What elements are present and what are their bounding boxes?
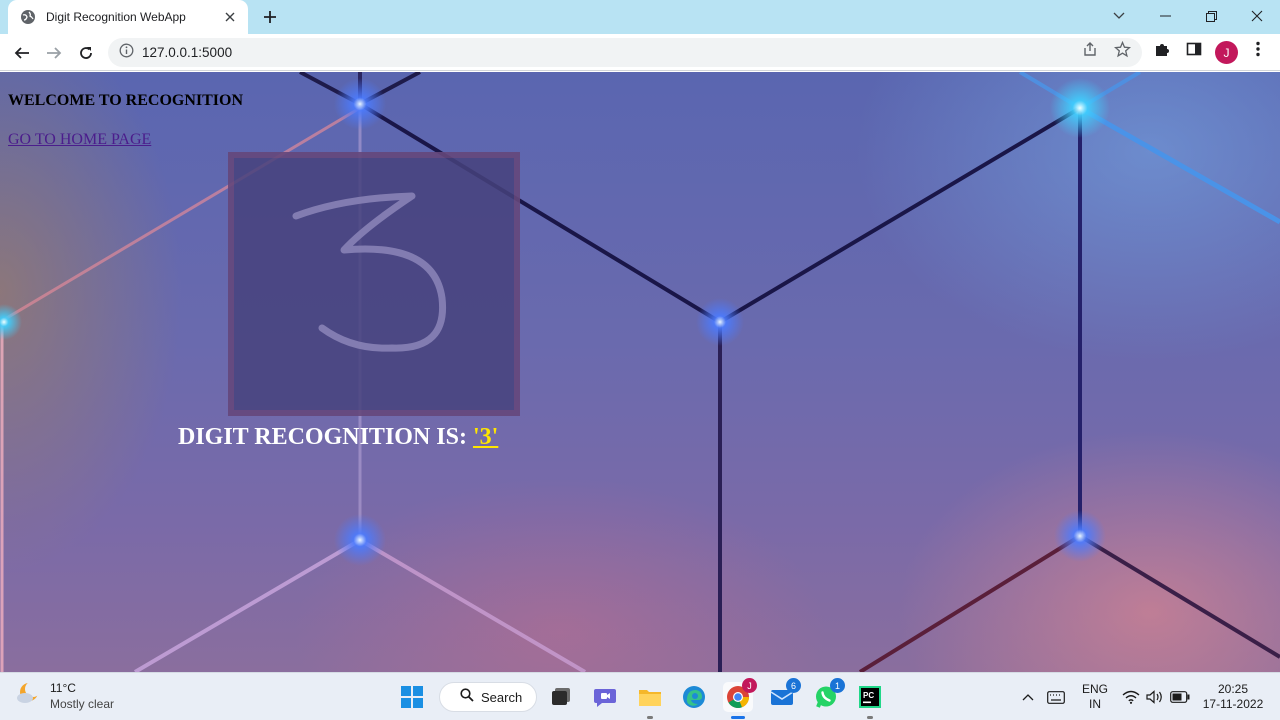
mail-unread-badge: 6 (786, 678, 801, 693)
taskbar-search-button[interactable]: Search (439, 682, 537, 712)
browser-tabstrip: Digit Recognition WebApp (0, 0, 1280, 34)
minimize-button[interactable] (1142, 0, 1188, 32)
home-page-link[interactable]: GO TO HOME PAGE (8, 131, 151, 149)
clock-date: 17-11-2022 (1202, 697, 1264, 711)
site-info-icon[interactable] (119, 43, 134, 63)
url-text[interactable]: 127.0.0.1:5000 (142, 45, 232, 60)
bookmark-star-icon[interactable] (1113, 40, 1131, 58)
close-tab-icon[interactable] (222, 9, 238, 25)
search-icon (460, 687, 474, 707)
result-label: DIGIT RECOGNITION IS: (178, 424, 467, 450)
running-indicator (647, 716, 653, 719)
windows-start-icon[interactable] (397, 682, 427, 712)
handwritten-digit-drawing (292, 192, 447, 352)
wifi-icon[interactable] (1121, 688, 1141, 706)
profile-avatar[interactable]: J (1215, 41, 1238, 64)
running-indicator (867, 716, 873, 719)
active-indicator (731, 716, 745, 719)
tab-title: Digit Recognition WebApp (46, 10, 186, 24)
chrome-profile-badge: J (742, 678, 757, 693)
result-value: '3' (472, 424, 499, 450)
taskbar: 11°C Mostly clear Search J 6 1 PC ENG IN… (0, 672, 1280, 720)
forward-button[interactable] (40, 39, 68, 67)
search-label: Search (481, 689, 523, 705)
chrome-browser-icon[interactable]: J (723, 678, 757, 719)
edge-browser-icon[interactable] (679, 682, 709, 712)
svg-text:PC: PC (863, 691, 874, 700)
side-panel-icon[interactable] (1185, 40, 1203, 58)
clock[interactable]: 20:25 17-11-2022 (1198, 682, 1268, 712)
language-indicator[interactable]: ENG IN (1079, 682, 1111, 712)
weather-widget[interactable]: 11°C Mostly clear (14, 679, 114, 712)
recognition-result: DIGIT RECOGNITION IS: '3' (178, 424, 498, 451)
tab-search-chevron-icon[interactable] (1096, 0, 1142, 32)
language-code: ENG (1081, 682, 1108, 696)
weather-condition: Mostly clear (50, 696, 115, 711)
hexagon-lines-background (0, 72, 1280, 672)
globe-icon (20, 9, 36, 25)
share-icon[interactable] (1081, 40, 1099, 58)
welcome-heading: WELCOME TO RECOGNITION (8, 92, 244, 109)
reload-button[interactable] (72, 39, 100, 67)
chevron-up-icon[interactable] (1018, 688, 1038, 706)
pycharm-icon[interactable]: PC (855, 682, 885, 719)
browser-toolbar: 127.0.0.1:5000 J (0, 34, 1280, 71)
restore-button[interactable] (1188, 0, 1234, 32)
region-code: IN (1089, 697, 1101, 711)
browser-tab[interactable]: Digit Recognition WebApp (8, 0, 248, 34)
volume-icon[interactable] (1145, 688, 1165, 706)
uploaded-digit-image (228, 152, 520, 416)
page-viewport: WELCOME TO RECOGNITION GO TO HOME PAGE D… (0, 72, 1280, 672)
clock-time: 20:25 (1217, 682, 1249, 696)
new-tab-button[interactable] (258, 6, 282, 28)
battery-icon[interactable] (1170, 688, 1190, 706)
whatsapp-unread-badge: 1 (830, 678, 845, 693)
moon-cloud-icon (14, 679, 42, 712)
file-explorer-icon[interactable] (635, 682, 665, 719)
menu-kebab-icon[interactable] (1249, 40, 1267, 58)
whatsapp-icon[interactable]: 1 (811, 678, 845, 712)
weather-temperature: 11°C (50, 680, 76, 695)
keyboard-icon[interactable] (1046, 688, 1066, 706)
mail-icon[interactable]: 6 (767, 678, 801, 712)
teams-chat-icon[interactable] (590, 682, 620, 712)
extensions-puzzle-icon[interactable] (1153, 40, 1171, 58)
address-bar[interactable]: 127.0.0.1:5000 (108, 38, 1142, 67)
back-button[interactable] (8, 39, 36, 67)
task-view-icon[interactable] (546, 682, 576, 712)
close-window-button[interactable] (1234, 0, 1280, 32)
